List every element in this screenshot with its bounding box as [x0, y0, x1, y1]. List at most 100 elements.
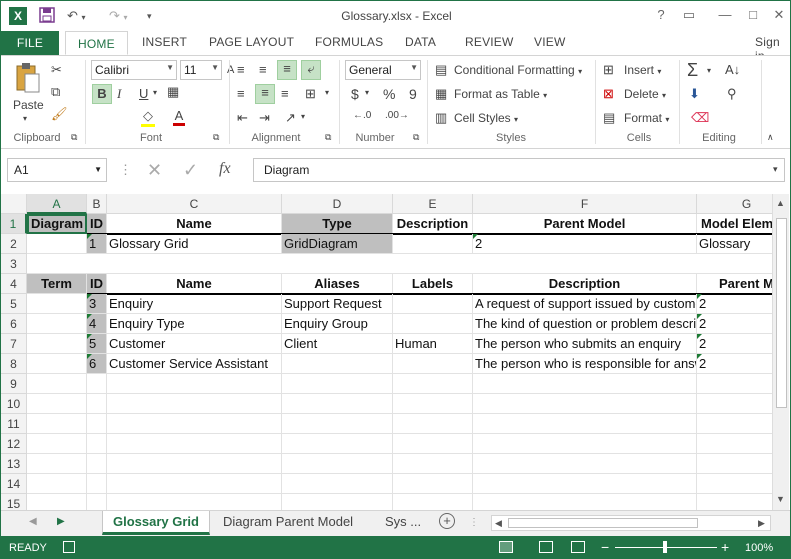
cell-g7[interactable]: 2: [697, 334, 772, 354]
cell-g2[interactable]: Glossary: [697, 234, 772, 254]
cell-a5[interactable]: [27, 294, 87, 314]
orientation-dropdown-icon[interactable]: ▾: [301, 112, 305, 121]
currency-dropdown-icon[interactable]: ▾: [365, 88, 369, 97]
tab-view[interactable]: VIEW: [534, 35, 565, 49]
column-header-g[interactable]: G: [697, 194, 772, 214]
bold-button[interactable]: B: [92, 84, 112, 104]
italic-button[interactable]: I: [117, 86, 121, 102]
close-button[interactable]: ✕: [767, 5, 790, 25]
copy-icon[interactable]: ⧉: [51, 84, 60, 100]
autosum-dropdown-icon[interactable]: ▾: [707, 66, 711, 75]
cell-f8[interactable]: The person who is responsible for answer…: [473, 354, 697, 374]
format-as-table-button[interactable]: Format as Table ▾: [454, 87, 547, 101]
wrap-text-icon[interactable]: ⤶: [301, 60, 321, 80]
sheet-tab-sys[interactable]: Sys ...: [375, 511, 431, 535]
row-header-7[interactable]: 7: [1, 334, 27, 354]
cell-f6[interactable]: The kind of question or problem describe…: [473, 314, 697, 334]
column-header-f[interactable]: F: [473, 194, 697, 214]
row-3-empty[interactable]: [27, 254, 772, 274]
cell-g1[interactable]: Model Element: [697, 214, 772, 234]
tab-split-handle[interactable]: ⋮: [469, 517, 479, 528]
scroll-left-icon[interactable]: ◀: [495, 518, 502, 529]
alignment-launcher-icon[interactable]: ⧉: [325, 132, 331, 143]
row-header-13[interactable]: 13: [1, 454, 27, 474]
maximize-button[interactable]: □: [741, 5, 765, 25]
cell-b2[interactable]: 1: [87, 234, 107, 254]
number-format-combo[interactable]: General ▼: [345, 60, 421, 80]
column-header-c[interactable]: C: [107, 194, 282, 214]
cell-styles-icon[interactable]: ▥: [435, 110, 447, 126]
cell-g6[interactable]: 2: [697, 314, 772, 334]
cell-c4[interactable]: Name: [107, 274, 282, 294]
cell-b1[interactable]: ID: [87, 214, 107, 234]
cell-g5[interactable]: 2: [697, 294, 772, 314]
cell-e5[interactable]: [393, 294, 473, 314]
font-name-combo[interactable]: Calibri ▼: [91, 60, 177, 80]
page-layout-view-icon[interactable]: [539, 541, 553, 553]
row-header-5[interactable]: 5: [1, 294, 27, 314]
scroll-down-icon[interactable]: ▼: [776, 494, 785, 504]
cell-c1[interactable]: Name: [107, 214, 282, 234]
format-cells-icon[interactable]: ▤: [603, 110, 615, 126]
cell-b5[interactable]: 3: [87, 294, 107, 314]
horizontal-scrollbar[interactable]: ◀ ▶: [491, 515, 771, 531]
cell-e7[interactable]: Human: [393, 334, 473, 354]
cell-c7[interactable]: Customer: [107, 334, 282, 354]
minimize-button[interactable]: —: [713, 5, 737, 25]
cell-b4[interactable]: ID: [87, 274, 107, 294]
cell-f2[interactable]: 2: [473, 234, 697, 254]
format-as-table-icon[interactable]: ▦: [435, 86, 447, 102]
empty-grid-area[interactable]: [27, 374, 772, 510]
confirm-entry-icon[interactable]: ✓: [183, 160, 198, 181]
borders-icon[interactable]: ▦: [167, 84, 179, 100]
orientation-icon[interactable]: ↗: [285, 110, 296, 126]
merge-dropdown-icon[interactable]: ▾: [325, 88, 329, 97]
row-header-2[interactable]: 2: [1, 234, 27, 254]
cell-g8[interactable]: 2: [697, 354, 772, 374]
paste-icon[interactable]: [13, 62, 41, 94]
expand-formula-icon[interactable]: ▾: [773, 164, 778, 175]
page-break-view-icon[interactable]: [571, 541, 585, 553]
cell-c5[interactable]: Enquiry: [107, 294, 282, 314]
scroll-up-icon[interactable]: ▲: [776, 198, 785, 208]
delete-cells-button[interactable]: Delete ▾: [624, 87, 666, 101]
insert-function-icon[interactable]: fx: [219, 160, 231, 178]
font-color-icon[interactable]: A: [173, 108, 185, 126]
column-header-a[interactable]: A: [27, 194, 87, 214]
cell-e6[interactable]: [393, 314, 473, 334]
cell-f4[interactable]: Description: [473, 274, 697, 294]
middle-align-icon[interactable]: ≡: [259, 62, 267, 77]
paste-dropdown-icon[interactable]: ▾: [23, 114, 27, 123]
percent-icon[interactable]: %: [383, 86, 395, 102]
macro-record-icon[interactable]: [63, 541, 75, 553]
cell-a2[interactable]: [27, 234, 87, 254]
cell-c2[interactable]: Glossary Grid: [107, 234, 282, 254]
zoom-in-icon[interactable]: +: [721, 539, 729, 555]
autosum-icon[interactable]: Σ: [687, 60, 698, 81]
format-cells-button[interactable]: Format ▾: [624, 111, 669, 125]
center-icon[interactable]: ≡: [255, 84, 275, 104]
cell-e2[interactable]: [393, 234, 473, 254]
sheet-tab-diagram-parent-model[interactable]: Diagram Parent Model: [213, 511, 363, 535]
comma-icon[interactable]: 9: [409, 86, 417, 102]
cell-f1[interactable]: Parent Model: [473, 214, 697, 234]
next-sheet-icon[interactable]: ▶: [57, 516, 65, 527]
cell-styles-button[interactable]: Cell Styles ▾: [454, 111, 518, 125]
cell-f7[interactable]: The person who submits an enquiry: [473, 334, 697, 354]
number-launcher-icon[interactable]: ⧉: [413, 132, 419, 143]
cell-e4[interactable]: Labels: [393, 274, 473, 294]
insert-cells-icon[interactable]: ⊞: [603, 62, 614, 78]
cancel-entry-icon[interactable]: ✕: [147, 160, 162, 181]
row-header-15[interactable]: 15: [1, 494, 27, 510]
formula-input[interactable]: Diagram: [253, 158, 785, 182]
clipboard-launcher-icon[interactable]: ⧉: [71, 132, 77, 143]
row-header-4[interactable]: 4: [1, 274, 27, 294]
zoom-slider-thumb[interactable]: [663, 541, 667, 553]
column-header-b[interactable]: B: [87, 194, 107, 214]
bottom-align-icon[interactable]: ≡: [277, 60, 297, 80]
cell-d5[interactable]: Support Request: [282, 294, 393, 314]
conditional-formatting-icon[interactable]: ▤: [435, 62, 447, 78]
row-header-11[interactable]: 11: [1, 414, 27, 434]
tab-formulas[interactable]: FORMULAS: [315, 35, 383, 49]
conditional-formatting-button[interactable]: Conditional Formatting ▾: [454, 63, 582, 77]
